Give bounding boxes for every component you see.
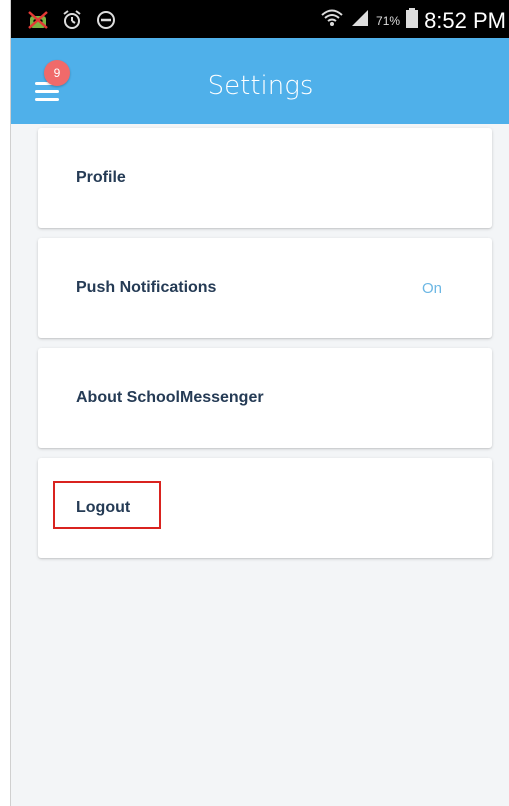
settings-item-about[interactable]: About SchoolMessenger <box>38 348 492 448</box>
settings-item-profile[interactable]: Profile <box>38 128 492 228</box>
alarm-icon <box>61 9 83 36</box>
settings-item-push-notifications[interactable]: Push Notifications On <box>38 238 492 338</box>
app-screen: 71% 8:52 PM 9 Settings Profile Push Noti… <box>10 0 509 806</box>
status-bar-right: 71% 8:52 PM <box>320 6 506 35</box>
settings-item-label: Push Notifications <box>76 279 217 296</box>
settings-item-label: About SchoolMessenger <box>76 389 264 406</box>
wifi-icon <box>320 6 344 35</box>
settings-item-logout[interactable]: Logout <box>38 458 492 558</box>
status-bar: 71% 8:52 PM <box>11 0 509 38</box>
status-time: 8:52 PM <box>424 7 506 33</box>
push-notifications-status: On <box>421 280 442 297</box>
app-header: 9 Settings <box>11 38 509 124</box>
battery-percent: 71% <box>376 13 401 28</box>
settings-item-label: Profile <box>76 169 126 186</box>
android-debug-icon <box>27 10 49 35</box>
do-not-disturb-icon <box>95 9 117 36</box>
page-title: Settings <box>207 71 314 101</box>
logout-label[interactable]: Logout <box>76 499 130 517</box>
battery-icon <box>406 8 419 33</box>
signal-icon <box>350 8 370 33</box>
status-bar-left <box>27 9 117 36</box>
